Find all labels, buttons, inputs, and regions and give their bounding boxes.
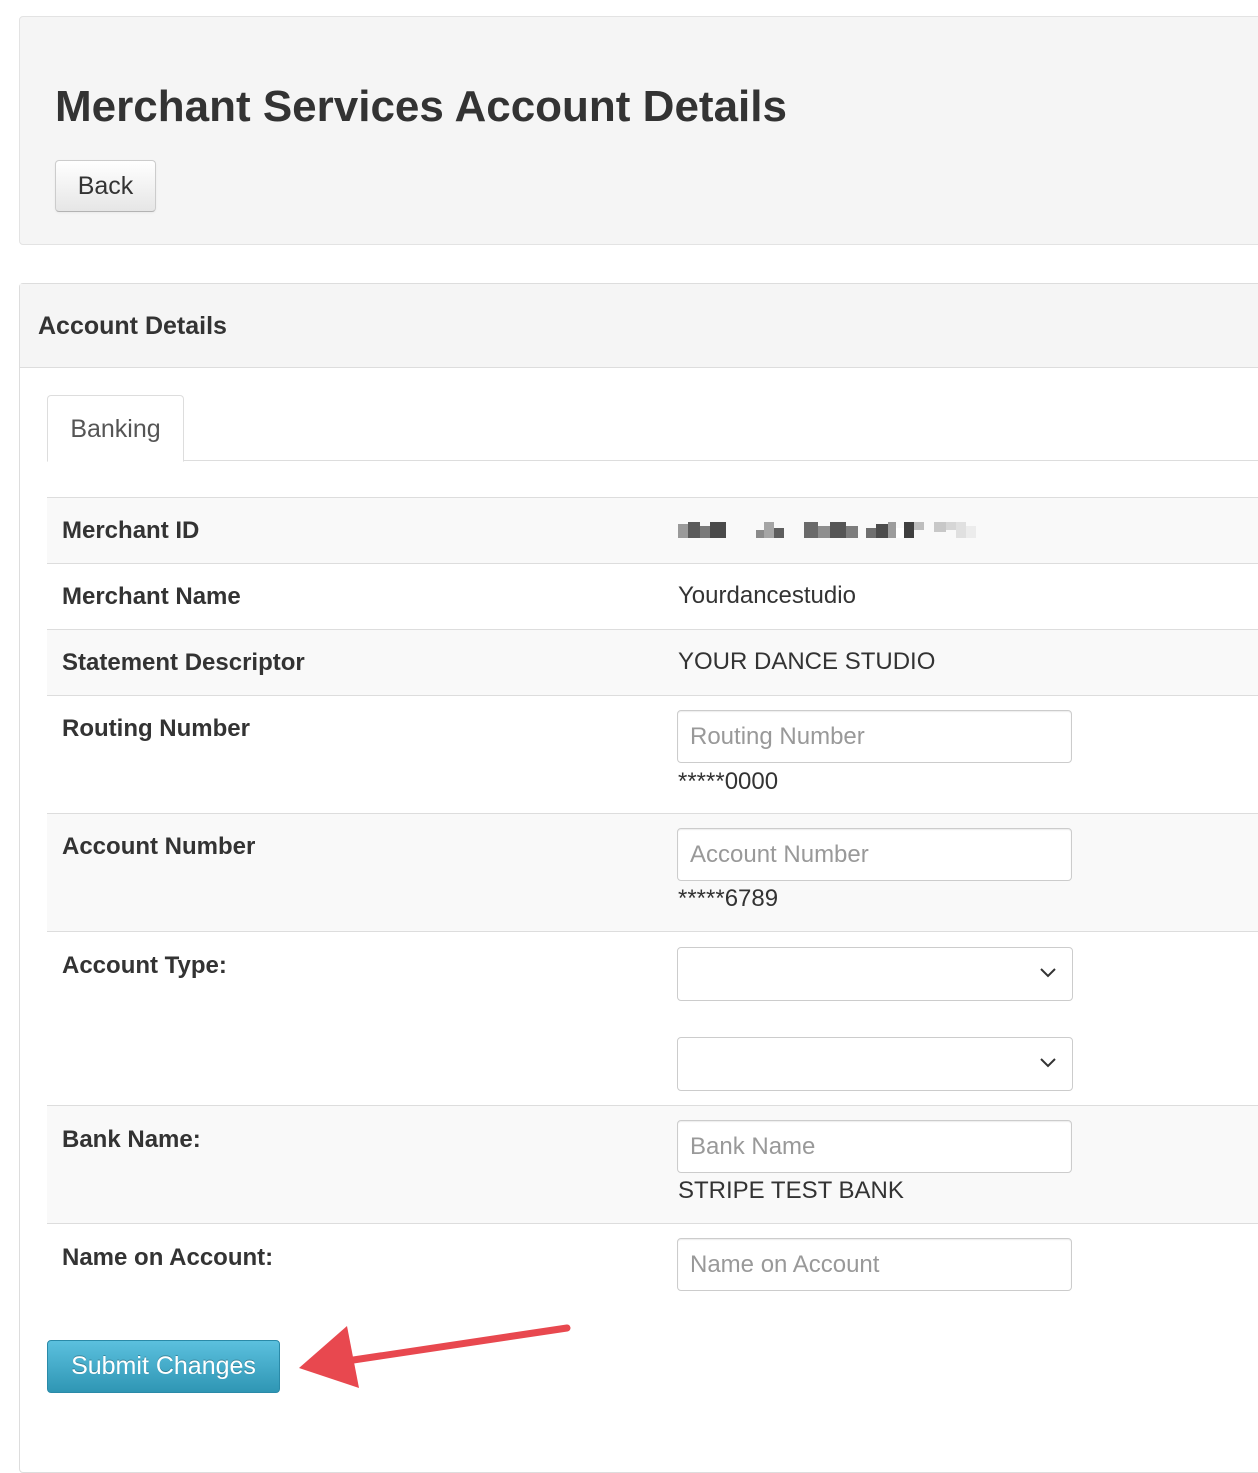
chevron-down-icon xyxy=(1040,1058,1056,1068)
routing-number-input[interactable] xyxy=(677,710,1072,763)
row-merchant-name: Merchant Name Yourdancestudio xyxy=(47,563,1258,629)
routing-number-label: Routing Number xyxy=(62,715,250,742)
tab-banking[interactable]: Banking xyxy=(47,395,184,462)
chevron-down-icon xyxy=(1040,968,1056,978)
row-account-type: Account Type: xyxy=(47,931,1258,1105)
panel-title: Account Details xyxy=(38,312,227,340)
account-details-panel: Account Details Banking Merchant ID Merc… xyxy=(19,283,1258,1473)
merchant-id-redacted-value xyxy=(678,522,998,542)
row-routing-number: Routing Number *****0000 xyxy=(47,695,1258,813)
account-holder-type-select[interactable] xyxy=(677,1037,1073,1091)
tabs-divider xyxy=(47,460,1258,461)
submit-changes-button[interactable]: Submit Changes xyxy=(47,1340,280,1393)
statement-descriptor-value: YOUR DANCE STUDIO xyxy=(678,648,936,675)
merchant-name-label: Merchant Name xyxy=(62,583,241,610)
account-number-label: Account Number xyxy=(62,833,256,860)
merchant-name-value: Yourdancestudio xyxy=(678,582,856,609)
row-merchant-id: Merchant ID xyxy=(47,497,1258,563)
bank-name-current: STRIPE TEST BANK xyxy=(678,1177,904,1204)
account-type-label: Account Type: xyxy=(62,952,227,979)
account-number-current: *****6789 xyxy=(678,885,779,912)
annotation-arrow-icon xyxy=(299,1324,571,1388)
page-header: Merchant Services Account Details Back xyxy=(19,16,1258,245)
row-statement-descriptor: Statement Descriptor YOUR DANCE STUDIO xyxy=(47,629,1258,695)
merchant-id-label: Merchant ID xyxy=(62,517,200,544)
name-on-account-label: Name on Account: xyxy=(62,1244,274,1271)
row-name-on-account: Name on Account: xyxy=(47,1223,1258,1303)
account-type-select[interactable] xyxy=(677,947,1073,1001)
row-account-number: Account Number *****6789 xyxy=(47,813,1258,931)
statement-descriptor-label: Statement Descriptor xyxy=(62,649,305,676)
page-title: Merchant Services Account Details xyxy=(55,82,787,131)
account-number-input[interactable] xyxy=(677,828,1072,881)
panel-heading: Account Details xyxy=(20,284,1258,368)
row-bank-name: Bank Name: STRIPE TEST BANK xyxy=(47,1105,1258,1223)
name-on-account-input[interactable] xyxy=(677,1238,1072,1291)
bank-name-input[interactable] xyxy=(677,1120,1072,1173)
bank-name-label: Bank Name: xyxy=(62,1126,201,1153)
routing-number-current: *****0000 xyxy=(678,768,779,795)
back-button[interactable]: Back xyxy=(55,160,156,212)
